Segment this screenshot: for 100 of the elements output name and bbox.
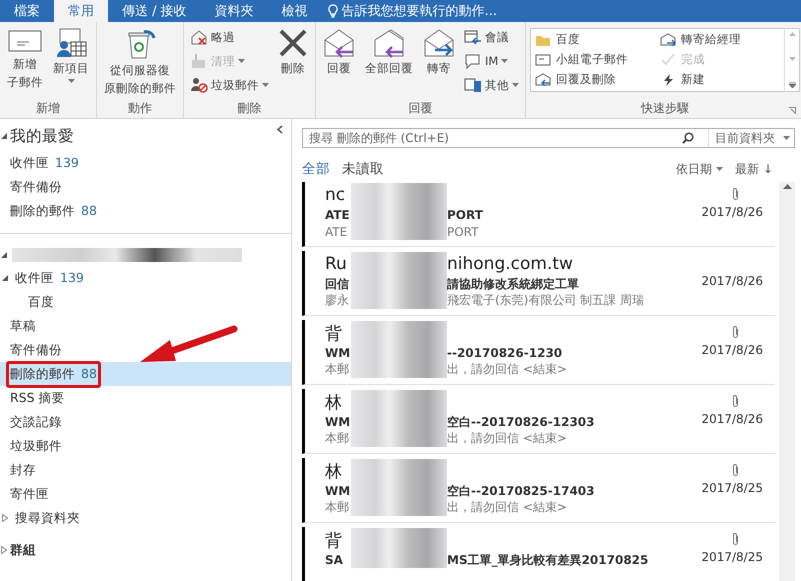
folder-name: 刪除的郵件	[10, 202, 75, 220]
message-subject: 請協助修改系統綁定工單	[447, 276, 579, 292]
folder-name: 刪除的郵件	[10, 366, 75, 382]
message-subject: ATE	[325, 208, 351, 222]
folder-item[interactable]: 垃圾郵件	[0, 434, 291, 458]
dialog-launcher-icon	[789, 107, 796, 114]
folder-name: 百度	[28, 294, 54, 310]
folder-item[interactable]: 寄件備份	[0, 175, 291, 199]
scrollbar[interactable]	[779, 182, 795, 581]
folder-item[interactable]: RSS 摘要	[0, 386, 291, 410]
folder-item[interactable]: 百度	[0, 290, 291, 314]
group-label: 回覆	[408, 100, 434, 117]
scope-dropdown[interactable]: 目前資料夾	[708, 129, 794, 147]
ribbon-button[interactable]: 從伺服器復 原刪除的郵件	[101, 26, 179, 98]
message-item[interactable]: nc ATE PORT ATE PORT 2017/8/26	[302, 182, 775, 247]
sort-order-button[interactable]: 最新 ↓	[735, 160, 773, 178]
message-subject: PORT	[447, 208, 483, 222]
message-preview: 飛宏電子(东莞)有限公司 制五課 周瑞	[447, 292, 644, 309]
message-date: 2017/8/25	[701, 550, 763, 564]
message-date: 2017/8/26	[701, 274, 763, 288]
folder-name: 寄件備份	[10, 178, 62, 196]
scroll-up-icon	[782, 184, 792, 189]
caret-icon	[716, 167, 724, 171]
scroll-down-icon	[788, 57, 796, 61]
ribbon-tab[interactable]: 檔案	[0, 0, 54, 22]
filter-tab[interactable]: 全部	[302, 160, 330, 178]
sender-name: 背	[325, 322, 343, 344]
folder-item[interactable]: 搜尋資料夾	[0, 506, 291, 530]
folder-name: 垃圾郵件	[10, 438, 62, 454]
search-field[interactable]: 搜尋 刪除的郵件 (Ctrl+E) 目前資料夾	[302, 128, 795, 148]
unread-count: 88	[81, 366, 97, 382]
folder-name: 寄件備份	[10, 342, 62, 358]
caret-icon	[783, 136, 790, 140]
folder-name: 收件匣	[10, 154, 49, 172]
ribbon-button[interactable]: 會議	[462, 26, 521, 48]
folder-item[interactable]: 刪除的郵件 88	[0, 362, 291, 386]
ribbon-button[interactable]: 略過	[188, 26, 271, 48]
group-label: 動作	[127, 100, 153, 117]
message-subject: 回信	[325, 276, 350, 292]
message-subject: 空白--20170826-12303	[447, 414, 594, 430]
message-item[interactable]: 林 WM 空白--20170826-12303 本郵 出，請勿回信 <結束> 2017/8/26	[302, 389, 775, 454]
group-label: 刪除	[236, 100, 262, 117]
folder-item[interactable]: 草稿	[0, 314, 291, 338]
ribbon-button[interactable]: 回覆	[320, 26, 358, 78]
group-label: 新增	[35, 100, 61, 117]
folder-item[interactable]: 收件匣 139	[0, 266, 291, 290]
unread-count: 139	[55, 154, 79, 172]
quick-step[interactable]: 轉寄給經理	[660, 29, 780, 49]
junk-mail-icon	[190, 77, 208, 93]
folder-item[interactable]: 寄件匣	[0, 482, 291, 506]
section-title[interactable]: 我的最愛	[10, 126, 74, 146]
ribbon-button[interactable]: 新項目	[50, 26, 92, 85]
tell-me-field[interactable]: 告訴我您想要執行的動作...	[342, 2, 498, 20]
checkmark-icon	[660, 52, 676, 66]
ribbon-button[interactable]: 垃圾郵件	[188, 74, 271, 96]
unread-count: 139	[60, 270, 84, 286]
ribbon-button[interactable]: 轉寄	[420, 26, 458, 78]
quick-step[interactable]: 回覆及刪除	[535, 69, 660, 89]
folder-item[interactable]: 收件匣 139	[0, 151, 291, 175]
ribbon-button[interactable]: 全部回覆	[362, 26, 416, 78]
message-subject: MS工單_單身比較有差異20170825	[447, 552, 648, 568]
ribbon-tab[interactable]: 檢視	[268, 0, 322, 22]
meeting-icon	[464, 29, 482, 45]
folder-item[interactable]: 寄件備份	[0, 338, 291, 362]
message-item[interactable]: Ru nihong.com.tw 回信 請協助修改系統綁定工單 廖永 飛宏電子(东莞)有限公司 制五課 周瑞 2017/8/26	[302, 251, 775, 316]
ribbon-button[interactable]: IM	[462, 50, 521, 72]
folder-name: 搜尋資料夾	[15, 510, 80, 526]
group-label: 快速步驟	[640, 100, 690, 117]
message-preview: 出，請勿回信 <結束>	[447, 499, 567, 516]
message-date: 2017/8/25	[701, 481, 763, 495]
message-item[interactable]: 背 WM --20170826-1230 本郵 出，請勿回信 <結束> 2017/8/26	[302, 320, 775, 385]
ribbon-tab[interactable]: 資料夾	[200, 0, 268, 22]
folder-item[interactable]: 封存	[0, 458, 291, 482]
search-icon	[682, 132, 694, 144]
sender-name: 林	[325, 392, 343, 414]
more-icon	[464, 77, 482, 93]
ribbon-button[interactable]: 新增 子郵件	[4, 26, 46, 92]
ribbon-tab[interactable]: 傳送 / 接收	[108, 0, 201, 22]
folder-item[interactable]: 刪除的郵件 88	[0, 199, 291, 223]
section-title[interactable]: 群組	[10, 542, 36, 558]
lightbulb-icon	[328, 4, 338, 18]
folder-name: 封存	[10, 462, 36, 478]
quick-step[interactable]: 百度	[535, 29, 660, 49]
message-subject: WM	[325, 415, 351, 429]
ribbon-tab[interactable]: 常用	[54, 0, 108, 22]
collapse-pane-icon	[277, 125, 283, 134]
filter-tab[interactable]: 未讀取	[342, 160, 384, 178]
sender-name: Ru	[325, 254, 348, 274]
folder-item[interactable]: 交談記錄	[0, 410, 291, 434]
quick-step[interactable]: 新建	[660, 69, 780, 89]
folder-name: 交談記錄	[10, 414, 62, 430]
message-subject: --20170826-1230	[447, 346, 562, 360]
chat-icon	[464, 53, 482, 69]
message-item[interactable]: 林 WM 空白--20170825-17403 本郵 出，請勿回信 <結束> 2017/8/25	[302, 458, 775, 523]
quick-step[interactable]: 小組電子郵件	[535, 49, 660, 69]
ribbon-button[interactable]: 刪除	[275, 26, 311, 78]
sort-dropdown[interactable]: 依日期	[676, 160, 724, 178]
message-preview: 出，請勿回信 <結束>	[447, 361, 567, 378]
delete-icon	[278, 28, 308, 58]
ribbon-button[interactable]: 其他	[462, 74, 521, 96]
